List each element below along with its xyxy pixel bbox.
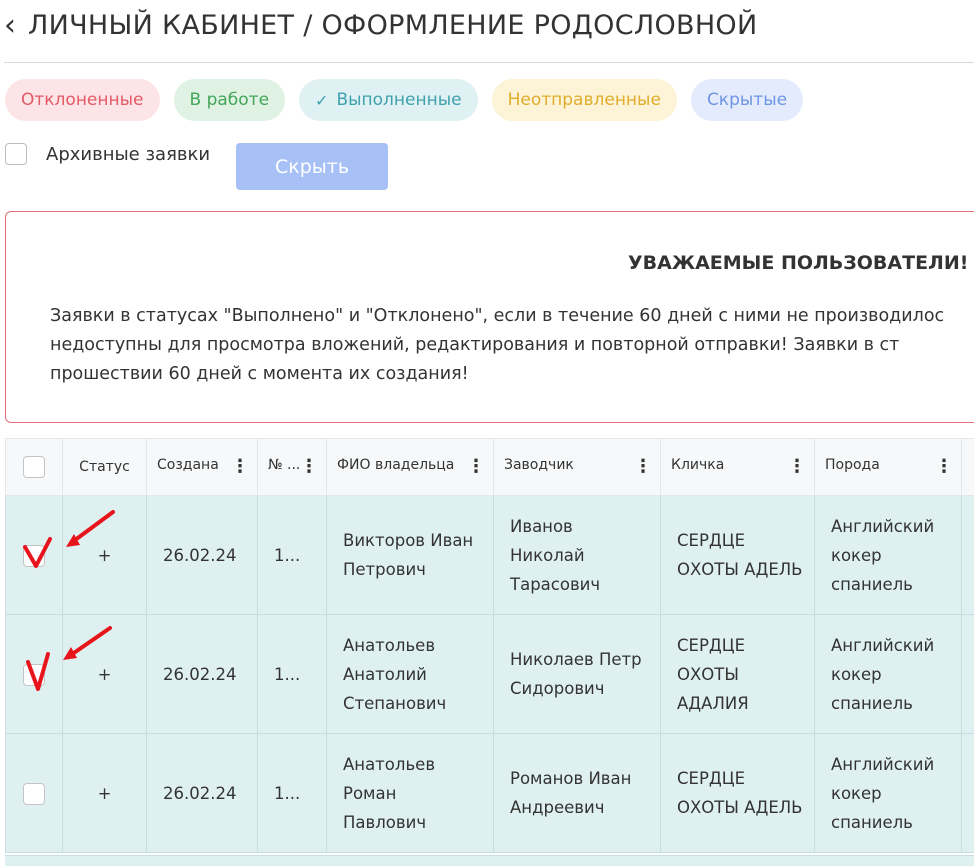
filter-unsent[interactable]: Неотправленные xyxy=(492,79,677,121)
status-cell: + xyxy=(63,496,147,615)
created-cell: 26.02.24 xyxy=(147,496,258,615)
column-header-owner[interactable]: ФИО владельца ⋮ xyxy=(327,439,494,496)
owner-cell: Анатольев Анатолий Степанович xyxy=(327,615,494,734)
status-filter-bar: Отклоненные В работе ✓ Выполненные Неотпр… xyxy=(5,79,803,121)
column-header-label: Заводчик xyxy=(504,457,574,473)
filter-rejected-label: Отклоненные xyxy=(21,90,144,110)
column-menu-icon[interactable]: ⋮ xyxy=(300,458,318,476)
filter-hidden[interactable]: Скрытые xyxy=(691,79,803,121)
table-row-partial xyxy=(5,855,974,866)
column-menu-icon[interactable]: ⋮ xyxy=(467,458,485,476)
owner-cell: Викторов Иван Петрович xyxy=(327,496,494,615)
table-row[interactable]: + 26.02.24 1... Анатольев Роман Павлович… xyxy=(6,734,974,853)
extra-cell xyxy=(962,496,974,615)
status-cell: + xyxy=(63,615,147,734)
select-all-checkbox[interactable] xyxy=(23,456,45,478)
column-header-label: ФИО владельца xyxy=(337,457,454,473)
notice-text: Заявки в статусах "Выполнено" и "Отклоне… xyxy=(50,302,944,389)
column-header-label: Порода xyxy=(825,457,880,473)
header-divider xyxy=(4,62,974,63)
filter-rejected[interactable]: Отклоненные xyxy=(5,79,160,121)
column-header-label: Статус xyxy=(79,459,130,475)
filter-completed[interactable]: ✓ Выполненные xyxy=(299,79,478,121)
column-header-status[interactable]: Статус xyxy=(63,439,147,496)
checkmark-icon: ✓ xyxy=(315,91,328,110)
filter-hidden-label: Скрытые xyxy=(707,90,787,110)
column-header-label: Создана xyxy=(157,457,219,473)
column-menu-icon[interactable]: ⋮ xyxy=(231,458,249,476)
table-header-row: Статус Создана⋮ № ...⋮ ФИО владельца⋮ За… xyxy=(6,439,974,496)
column-header-label: № ... xyxy=(268,457,300,473)
filter-completed-label: Выполненные xyxy=(336,90,461,110)
column-menu-icon[interactable]: ⋮ xyxy=(788,458,806,476)
row-checkbox[interactable] xyxy=(23,545,45,567)
column-menu-icon[interactable]: ⋮ xyxy=(935,458,953,476)
column-header-number[interactable]: № ...⋮ xyxy=(258,439,327,496)
page-title: ЛИЧНЫЙ КАБИНЕТ / ОФОРМЛЕНИЕ РОДОСЛОВНОЙ xyxy=(28,6,757,46)
breed-cell: Английский кокер спаниель xyxy=(815,734,962,853)
archive-checkbox[interactable] xyxy=(5,143,27,165)
column-menu-icon[interactable]: ⋮ xyxy=(634,458,652,476)
filter-unsent-label: Неотправленные xyxy=(508,90,661,110)
table-row[interactable]: + 26.02.24 1... Анатольев Анатолий Степа… xyxy=(6,615,974,734)
number-cell: 1... xyxy=(258,496,327,615)
select-all-header xyxy=(6,439,63,496)
page-header: ‹ ЛИЧНЫЙ КАБИНЕТ / ОФОРМЛЕНИЕ РОДОСЛОВНО… xyxy=(4,6,757,46)
back-chevron-icon[interactable]: ‹ xyxy=(4,6,16,46)
notice-line: недоступны для просмотра вложений, редак… xyxy=(50,331,944,360)
breeder-cell: Романов Иван Андреевич xyxy=(494,734,661,853)
notice-title: УВАЖАЕМЫЕ ПОЛЬЗОВАТЕЛИ! xyxy=(628,252,968,274)
column-header-created[interactable]: Создана ⋮ xyxy=(147,439,258,496)
column-header-label: Кличка xyxy=(671,457,724,473)
dog-name-cell: СЕРДЦЕ ОХОТЫ АДЕЛЬ xyxy=(661,734,815,853)
row-checkbox[interactable] xyxy=(23,783,45,805)
extra-cell xyxy=(962,615,974,734)
number-cell: 1... xyxy=(258,734,327,853)
row-select-cell xyxy=(6,496,63,615)
hide-button[interactable]: Скрыть xyxy=(236,143,388,190)
row-select-cell xyxy=(6,615,63,734)
archive-toggle: Архивные заявки xyxy=(5,143,210,165)
created-cell: 26.02.24 xyxy=(147,734,258,853)
dog-name-cell: СЕРДЦЕ ОХОТЫ АДАЛИЯ xyxy=(661,615,815,734)
column-header-extra xyxy=(962,439,974,496)
row-select-cell xyxy=(6,734,63,853)
number-cell: 1... xyxy=(258,615,327,734)
breed-cell: Английский кокер спаниель xyxy=(815,615,962,734)
column-header-dog-name[interactable]: Кличка ⋮ xyxy=(661,439,815,496)
extra-cell xyxy=(962,734,974,853)
column-header-breed[interactable]: Порода ⋮ xyxy=(815,439,962,496)
filter-in-progress-label: В работе xyxy=(190,90,270,110)
dog-name-cell: СЕРДЦЕ ОХОТЫ АДЕЛЬ xyxy=(661,496,815,615)
column-header-breeder[interactable]: Заводчик ⋮ xyxy=(494,439,661,496)
notice-banner: УВАЖАЕМЫЕ ПОЛЬЗОВАТЕЛИ! Заявки в статуса… xyxy=(5,211,974,423)
owner-cell: Анатольев Роман Павлович xyxy=(327,734,494,853)
row-checkbox[interactable] xyxy=(23,664,45,686)
breed-cell: Английский кокер спаниель xyxy=(815,496,962,615)
archive-label: Архивные заявки xyxy=(46,144,210,165)
created-cell: 26.02.24 xyxy=(147,615,258,734)
notice-line: прошествии 60 дней с момента их создания… xyxy=(50,360,944,389)
breeder-cell: Иванов Николай Тарасович xyxy=(494,496,661,615)
table-row[interactable]: + 26.02.24 1... Викторов Иван Петрович И… xyxy=(6,496,974,615)
notice-line: Заявки в статусах "Выполнено" и "Отклоне… xyxy=(50,302,944,331)
applications-table: Статус Создана⋮ № ...⋮ ФИО владельца⋮ За… xyxy=(5,438,974,853)
filter-in-progress[interactable]: В работе xyxy=(174,79,286,121)
status-cell: + xyxy=(63,734,147,853)
breeder-cell: Николаев Петр Сидорович xyxy=(494,615,661,734)
